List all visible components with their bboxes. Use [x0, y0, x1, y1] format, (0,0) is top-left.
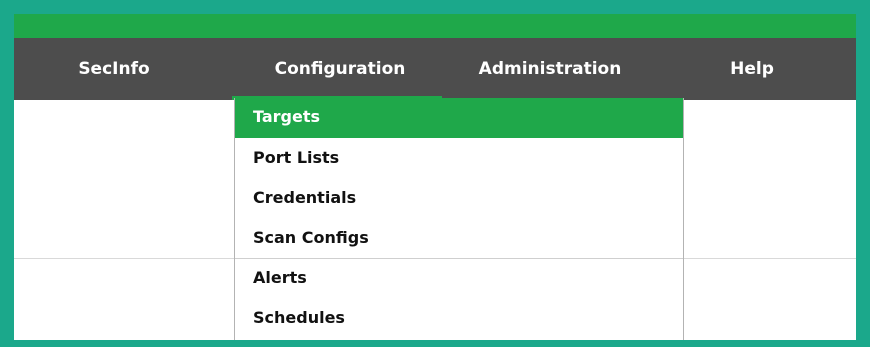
menu-item-alerts[interactable]: Alerts — [235, 258, 683, 298]
app-window: SecInfo Configuration Administration Hel… — [14, 14, 856, 340]
menu-item-credentials[interactable]: Credentials — [235, 178, 683, 218]
screenshot-frame: SecInfo Configuration Administration Hel… — [0, 0, 870, 347]
menu-item-scan-configs[interactable]: Scan Configs — [235, 218, 683, 258]
configuration-dropdown-menu: Targets Port Lists Credentials Scan Conf… — [234, 98, 684, 340]
menu-item-schedules[interactable]: Schedules — [235, 298, 683, 338]
menu-item-port-lists[interactable]: Port Lists — [235, 138, 683, 178]
nav-item-secinfo[interactable]: SecInfo — [64, 38, 164, 100]
nav-item-help[interactable]: Help — [712, 38, 792, 100]
menu-item-targets[interactable]: Targets — [235, 98, 683, 138]
main-navbar: SecInfo Configuration Administration Hel… — [14, 38, 856, 100]
top-accent-bar — [14, 14, 856, 38]
nav-item-administration[interactable]: Administration — [460, 38, 640, 100]
nav-item-configuration[interactable]: Configuration — [250, 38, 430, 100]
